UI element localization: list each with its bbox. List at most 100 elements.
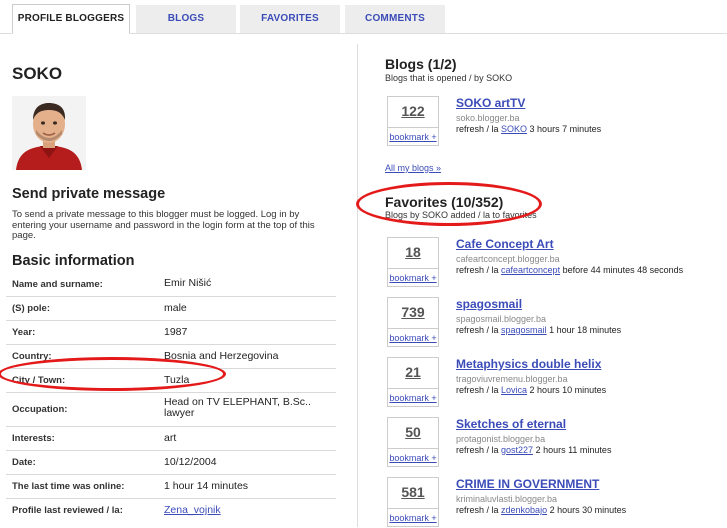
blog-meta: refresh / la Lovica 2 hours 10 minutes [456,385,606,395]
row-label: Year: [12,327,36,338]
bookmark-button[interactable]: bookmark + [388,388,438,408]
row-value: Emir Nišić [164,277,212,289]
blog-url: protagonist.blogger.ba [456,434,546,444]
meta-time: 2 hours 11 minutes [533,445,612,455]
all-blogs-link[interactable]: All my blogs » [385,163,441,173]
city-highlight-oval [0,357,226,391]
blog-count[interactable]: 18 [388,244,438,260]
author-link[interactable]: Lovica [501,385,527,395]
blog-count-box: 122 bookmark + [387,96,439,146]
blog-title-link[interactable]: CRIME IN GOVERNMENT [456,477,599,491]
favorite-entry: 18 bookmark + Cafe Concept Art cafeartco… [387,237,717,287]
last-reviewer-link[interactable]: Zena_vojnik [164,504,221,516]
row-label: Date: [12,457,36,468]
table-row: Profile last reviewed / la: Zena_vojnik [6,499,336,522]
blogs-subtitle: Blogs that is opened / by SOKO [385,73,513,83]
row-value-cell: Zena_vojnik [164,499,336,522]
meta-prefix: refresh / la [456,325,502,335]
meta-prefix: refresh / la [456,124,502,134]
blogs-heading: Blogs (1/2) [385,56,457,72]
row-label: Occupation: [12,404,68,415]
row-value: art [164,432,177,444]
blog-meta: refresh / la cafeartconcept before 44 mi… [456,265,683,275]
meta-prefix: refresh / la [456,505,502,515]
table-row: Date: 10/12/2004 [6,451,336,475]
favorites-highlight-oval [356,182,542,226]
blog-meta: refresh / la zdenkobajo 2 hours 30 minut… [456,505,626,515]
avatar-photo [12,96,86,170]
meta-time: 2 hours 10 minutes [527,385,607,395]
blog-count[interactable]: 581 [388,484,438,500]
blog-count-box: 18 bookmark + [387,237,439,287]
column-divider [357,44,358,527]
author-link[interactable]: spagosmail [501,325,547,335]
author-link[interactable]: gost227 [501,445,533,455]
favorite-entry: 21 bookmark + Metaphysics double helix t… [387,357,717,407]
table-row: Interests: art [6,427,336,451]
blog-title-link[interactable]: Metaphysics double helix [456,357,601,371]
tab-bar: PROFILE BLOGGERS BLOGS FAVORITES COMMENT… [0,0,727,34]
meta-prefix: refresh / la [456,265,502,275]
blog-url: spagosmail.blogger.ba [456,314,547,324]
blog-url: cafeartconcept.blogger.ba [456,254,560,264]
blog-count-box: 581 bookmark + [387,477,439,527]
blogger-name: SOKO [12,64,63,83]
blog-url: kriminaluvlasti.blogger.ba [456,494,558,504]
blog-meta: refresh / la spagosmail 1 hour 18 minute… [456,325,621,335]
tab-blogs[interactable]: BLOGS [136,5,236,33]
bookmark-button[interactable]: bookmark + [388,508,438,528]
tab-profile-bloggers[interactable]: PROFILE BLOGGERS [12,4,130,34]
bookmark-button[interactable]: bookmark + [388,448,438,468]
blog-count[interactable]: 50 [388,424,438,440]
bookmark-button[interactable]: bookmark + [388,268,438,288]
blog-title-link[interactable]: SOKO artTV [456,96,525,110]
row-label: Name and surname: [12,278,103,290]
meta-time: before 44 minutes 48 seconds [560,265,684,275]
row-value: 1987 [164,326,188,338]
blog-meta: refresh / la SOKO 3 hours 7 minutes [456,124,601,134]
meta-time: 2 hours 30 minutes [547,505,627,515]
table-row: Name and surname: Emir Nišić [6,272,336,297]
author-link[interactable]: zdenkobajo [501,505,547,515]
row-label: Profile last reviewed / la: [12,505,123,516]
row-value: 10/12/2004 [164,456,217,468]
author-link[interactable]: SOKO [501,124,527,134]
bookmark-button[interactable]: bookmark + [388,127,438,147]
row-label: The last time was online: [12,481,125,492]
blog-count-box: 50 bookmark + [387,417,439,467]
bookmark-button[interactable]: bookmark + [388,328,438,348]
blog-count[interactable]: 122 [388,103,438,119]
avatar [12,96,86,170]
meta-time: 1 hour 18 minutes [546,325,622,335]
basic-info-table: Name and surname: Emir Nišić (S) pole: m… [6,272,336,522]
blog-url: tragoviuvremenu.blogger.ba [456,374,568,384]
blog-count-box: 739 bookmark + [387,297,439,347]
blog-title-link[interactable]: spagosmail [456,297,522,311]
blog-title-link[interactable]: Cafe Concept Art [456,237,554,251]
send-message-heading: Send private message [12,186,166,202]
blog-meta: refresh / la gost227 2 hours 11 minutes [456,445,611,455]
blog-title-link[interactable]: Sketches of eternal [456,417,566,431]
favorite-entry: 739 bookmark + spagosmail spagosmail.blo… [387,297,717,347]
table-row: Occupation: Head on TV ELEPHANT, B.Sc.. … [6,393,336,427]
row-value: Head on TV ELEPHANT, B.Sc.. lawyer [164,396,311,419]
tab-favorites[interactable]: FAVORITES [240,5,340,33]
send-message-text: To send a private message to this blogge… [12,209,315,241]
blog-entry: 122 bookmark + SOKO artTV soko.blogger.b… [387,96,717,146]
basic-info-heading: Basic information [12,253,135,269]
blog-count-box: 21 bookmark + [387,357,439,407]
meta-prefix: refresh / la [456,445,502,455]
favorite-entry: 50 bookmark + Sketches of eternal protag… [387,417,717,467]
row-value: male [164,302,187,314]
meta-prefix: refresh / la [456,385,502,395]
table-row: (S) pole: male [6,297,336,321]
blog-url: soko.blogger.ba [456,113,520,123]
blog-count[interactable]: 739 [388,304,438,320]
row-value: 1 hour 14 minutes [164,480,249,492]
favorite-entry: 581 bookmark + CRIME IN GOVERNMENT krimi… [387,477,717,527]
author-link[interactable]: cafeartconcept [501,265,560,275]
meta-time: 3 hours 7 minutes [527,124,602,134]
tab-comments[interactable]: COMMENTS [345,5,445,33]
table-row: Year: 1987 [6,321,336,345]
blog-count[interactable]: 21 [388,364,438,380]
